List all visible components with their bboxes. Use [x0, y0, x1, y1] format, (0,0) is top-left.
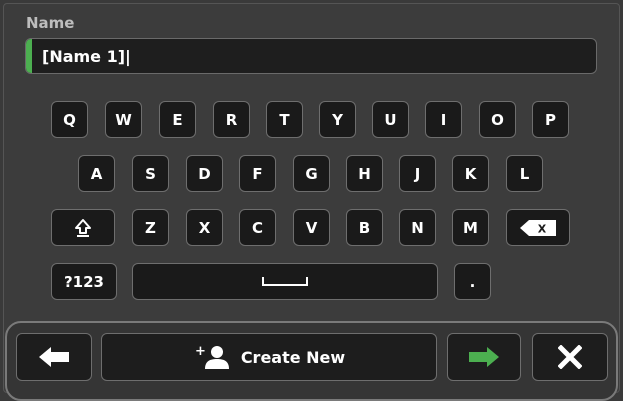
- key-u[interactable]: U: [372, 101, 409, 138]
- cancel-button[interactable]: [532, 333, 608, 381]
- key-b[interactable]: B: [346, 209, 383, 246]
- key-i[interactable]: I: [425, 101, 462, 138]
- key-p[interactable]: P: [532, 101, 569, 138]
- key-o[interactable]: O: [479, 101, 516, 138]
- backspace-key[interactable]: X: [506, 209, 570, 246]
- key-t[interactable]: T: [266, 101, 303, 138]
- next-button[interactable]: [447, 333, 521, 381]
- backspace-icon: X: [520, 219, 556, 236]
- key-c[interactable]: C: [239, 209, 276, 246]
- symbols-key[interactable]: ?123: [51, 263, 117, 300]
- create-new-button[interactable]: + Create New: [101, 333, 437, 381]
- key-q[interactable]: Q: [51, 101, 88, 138]
- back-button[interactable]: [16, 333, 92, 381]
- period-key[interactable]: .: [454, 263, 491, 300]
- key-l[interactable]: L: [506, 155, 543, 192]
- close-icon: [558, 345, 582, 369]
- space-key[interactable]: [132, 263, 438, 300]
- name-label: Name: [26, 14, 75, 32]
- arrow-right-icon: [469, 347, 499, 367]
- backspace-glyph: X: [538, 222, 547, 235]
- input-accent-bar: [26, 39, 32, 73]
- key-k[interactable]: K: [452, 155, 489, 192]
- space-bar-icon: [262, 276, 308, 286]
- key-d[interactable]: D: [186, 155, 223, 192]
- svg-text:+: +: [195, 344, 206, 359]
- key-v[interactable]: V: [293, 209, 330, 246]
- key-s[interactable]: S: [132, 155, 169, 192]
- add-person-icon: +: [195, 344, 229, 369]
- arrow-left-icon: [39, 347, 69, 367]
- key-a[interactable]: A: [78, 155, 115, 192]
- key-r[interactable]: R: [213, 101, 250, 138]
- key-y[interactable]: Y: [319, 101, 356, 138]
- key-n[interactable]: N: [399, 209, 436, 246]
- name-input-value: [Name 1]|: [42, 47, 131, 66]
- key-e[interactable]: E: [159, 101, 196, 138]
- key-z[interactable]: Z: [132, 209, 169, 246]
- name-input[interactable]: [Name 1]|: [25, 38, 597, 74]
- create-new-label: Create New: [240, 347, 346, 367]
- key-w[interactable]: W: [105, 101, 142, 138]
- shift-key[interactable]: [51, 209, 115, 246]
- shift-arrow-icon: [75, 218, 91, 237]
- key-m[interactable]: M: [452, 209, 489, 246]
- key-h[interactable]: H: [346, 155, 383, 192]
- key-j[interactable]: J: [399, 155, 436, 192]
- key-x[interactable]: X: [186, 209, 223, 246]
- key-f[interactable]: F: [239, 155, 276, 192]
- key-g[interactable]: G: [293, 155, 330, 192]
